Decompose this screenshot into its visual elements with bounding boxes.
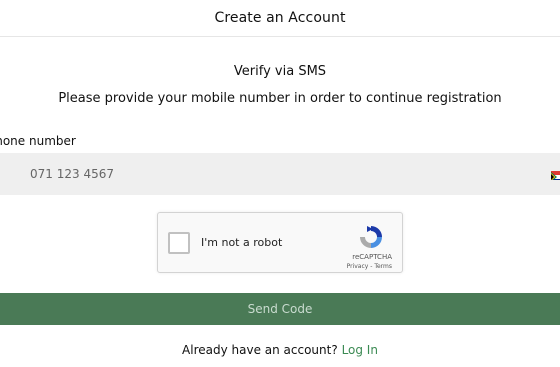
recaptcha-widget: I'm not a robot reCAPTCHA Privacy - Term… <box>157 212 403 273</box>
phone-label: Phone number <box>0 134 76 148</box>
send-code-button[interactable]: Send Code <box>0 293 560 325</box>
login-prompt-text: Already have an account? <box>182 343 338 357</box>
section-title: Verify via SMS <box>233 64 327 79</box>
recaptcha-privacy-link[interactable]: Privacy <box>347 263 369 270</box>
phone-field-container <box>0 153 560 195</box>
recaptcha-brand: reCAPTCHA <box>352 253 392 261</box>
recaptcha-terms-link[interactable]: Terms <box>374 263 392 270</box>
login-link[interactable]: Log In <box>342 343 378 357</box>
header-bar: Create an Account <box>0 0 560 37</box>
phone-input[interactable] <box>0 153 520 195</box>
recaptcha-label: I'm not a robot <box>201 236 283 249</box>
page-title: Create an Account <box>214 10 346 26</box>
login-prompt: Already have an account? Log In <box>0 343 560 357</box>
section-subtitle: Please provide your mobile number in ord… <box>58 91 502 106</box>
recaptcha-links: Privacy - Terms <box>347 263 392 270</box>
south-africa-flag-icon[interactable] <box>551 168 560 180</box>
recaptcha-logo-icon <box>357 223 385 251</box>
recaptcha-checkbox[interactable] <box>168 232 190 254</box>
